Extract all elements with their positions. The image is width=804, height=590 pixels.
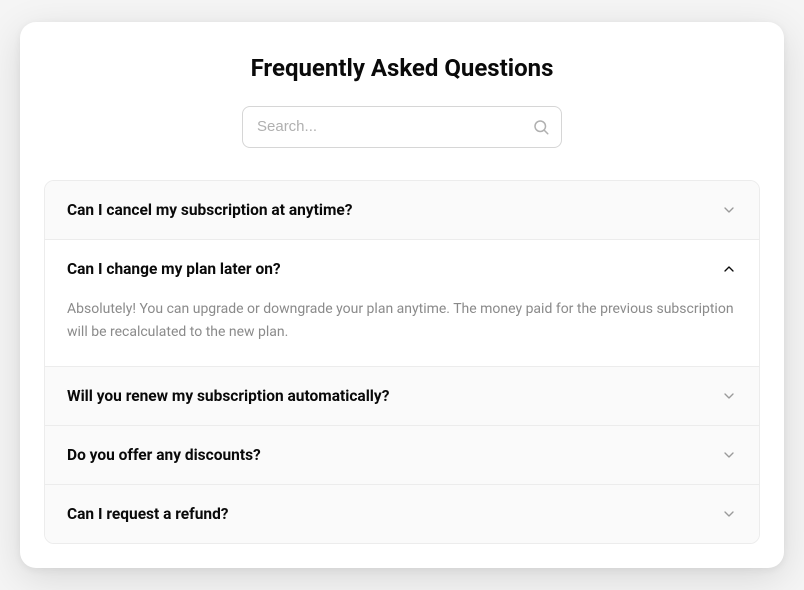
faq-item: Can I change my plan later on? Absolutel… [45, 240, 759, 367]
faq-card: Frequently Asked Questions Can I cancel … [20, 22, 784, 568]
faq-toggle[interactable]: Will you renew my subscription automatic… [45, 367, 759, 425]
chevron-down-icon [721, 506, 737, 522]
faq-item: Can I cancel my subscription at anytime? [45, 181, 759, 240]
faq-toggle[interactable]: Can I cancel my subscription at anytime? [45, 181, 759, 239]
chevron-down-icon [721, 202, 737, 218]
faq-item: Do you offer any discounts? [45, 426, 759, 485]
faq-question: Can I change my plan later on? [67, 260, 281, 278]
search-box [242, 106, 562, 148]
faq-toggle[interactable]: Do you offer any discounts? [45, 426, 759, 484]
faq-item: Will you renew my subscription automatic… [45, 367, 759, 426]
chevron-down-icon [721, 388, 737, 404]
faq-answer: Absolutely! You can upgrade or downgrade… [45, 298, 759, 366]
faq-toggle[interactable]: Can I change my plan later on? [45, 240, 759, 298]
faq-question: Can I request a refund? [67, 505, 229, 523]
faq-question: Will you renew my subscription automatic… [67, 387, 389, 405]
faq-item: Can I request a refund? [45, 485, 759, 543]
faq-list: Can I cancel my subscription at anytime?… [44, 180, 760, 544]
faq-question: Can I cancel my subscription at anytime? [67, 201, 352, 219]
search-container [44, 106, 760, 148]
chevron-down-icon [721, 447, 737, 463]
search-icon [532, 118, 550, 136]
faq-toggle[interactable]: Can I request a refund? [45, 485, 759, 543]
chevron-up-icon [721, 261, 737, 277]
search-input[interactable] [242, 106, 562, 148]
page-title: Frequently Asked Questions [44, 54, 760, 82]
faq-question: Do you offer any discounts? [67, 446, 261, 464]
